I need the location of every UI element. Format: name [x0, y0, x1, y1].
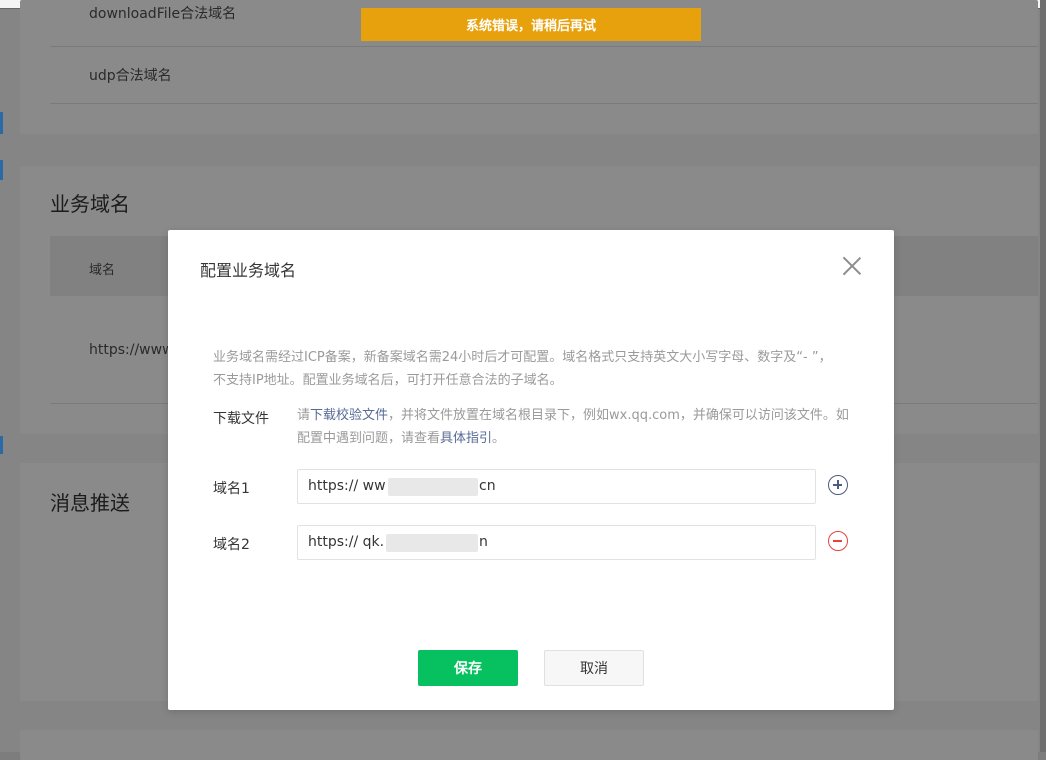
save-button[interactable]: 保存	[418, 650, 518, 686]
redacted-text	[388, 478, 478, 496]
dialog-description: 业务域名需经过ICP备案，新备案域名需24小时后才可配置。域名格式只支持英文大小…	[213, 350, 832, 388]
divider	[50, 46, 1038, 47]
download-file-instructions: 请下载校验文件，并将文件放置在域名根目录下，例如wx.qq.com，并确保可以访…	[297, 404, 857, 450]
domain-2-input[interactable]: https:// qk. n	[297, 525, 816, 560]
scrollbar-track[interactable]	[1040, 0, 1046, 752]
error-toast: 系统错误，请稍后再试	[361, 8, 701, 41]
domain-2-suffix: n	[479, 534, 488, 550]
configure-business-domain-dialog: 配置业务域名 业务域名需经过ICP备案，新备案域名需24小时后才可配置。域名格式…	[168, 230, 894, 710]
download-text-after: 。	[492, 431, 506, 446]
domain-1-suffix: cn	[479, 478, 496, 494]
error-toast-text: 系统错误，请稍后再试	[465, 19, 596, 34]
download-verification-file-link[interactable]: 下载校验文件	[310, 408, 388, 423]
domain-2-prefix: https:// qk.	[308, 534, 385, 550]
download-file-domain-row: downloadFile合法域名	[89, 6, 237, 22]
cancel-button[interactable]: 取消	[544, 650, 644, 686]
close-icon[interactable]	[838, 252, 866, 280]
domain-1-input[interactable]: https:// ww cn	[297, 469, 816, 504]
minus-circle-icon[interactable]	[828, 531, 848, 551]
table-header-domain: 域名	[89, 263, 116, 278]
domain-1-prefix: https:// ww	[308, 478, 386, 494]
plus-circle-icon[interactable]	[828, 475, 848, 495]
udp-domain-row: udp合法域名	[89, 68, 172, 84]
divider	[50, 103, 1038, 104]
domain-1-label: 域名1	[213, 481, 250, 497]
download-file-label: 下载文件	[213, 411, 269, 427]
guide-link[interactable]: 具体指引	[440, 431, 492, 446]
redacted-text	[386, 534, 478, 552]
business-domain-heading: 业务域名	[50, 192, 130, 216]
business-domain-row: https://www	[89, 342, 174, 358]
download-text-before: 请	[297, 408, 311, 423]
domain-2-label: 域名2	[213, 537, 250, 553]
dialog-title: 配置业务域名	[200, 261, 297, 280]
message-push-heading: 消息推送	[50, 491, 130, 515]
next-card	[20, 730, 1038, 760]
